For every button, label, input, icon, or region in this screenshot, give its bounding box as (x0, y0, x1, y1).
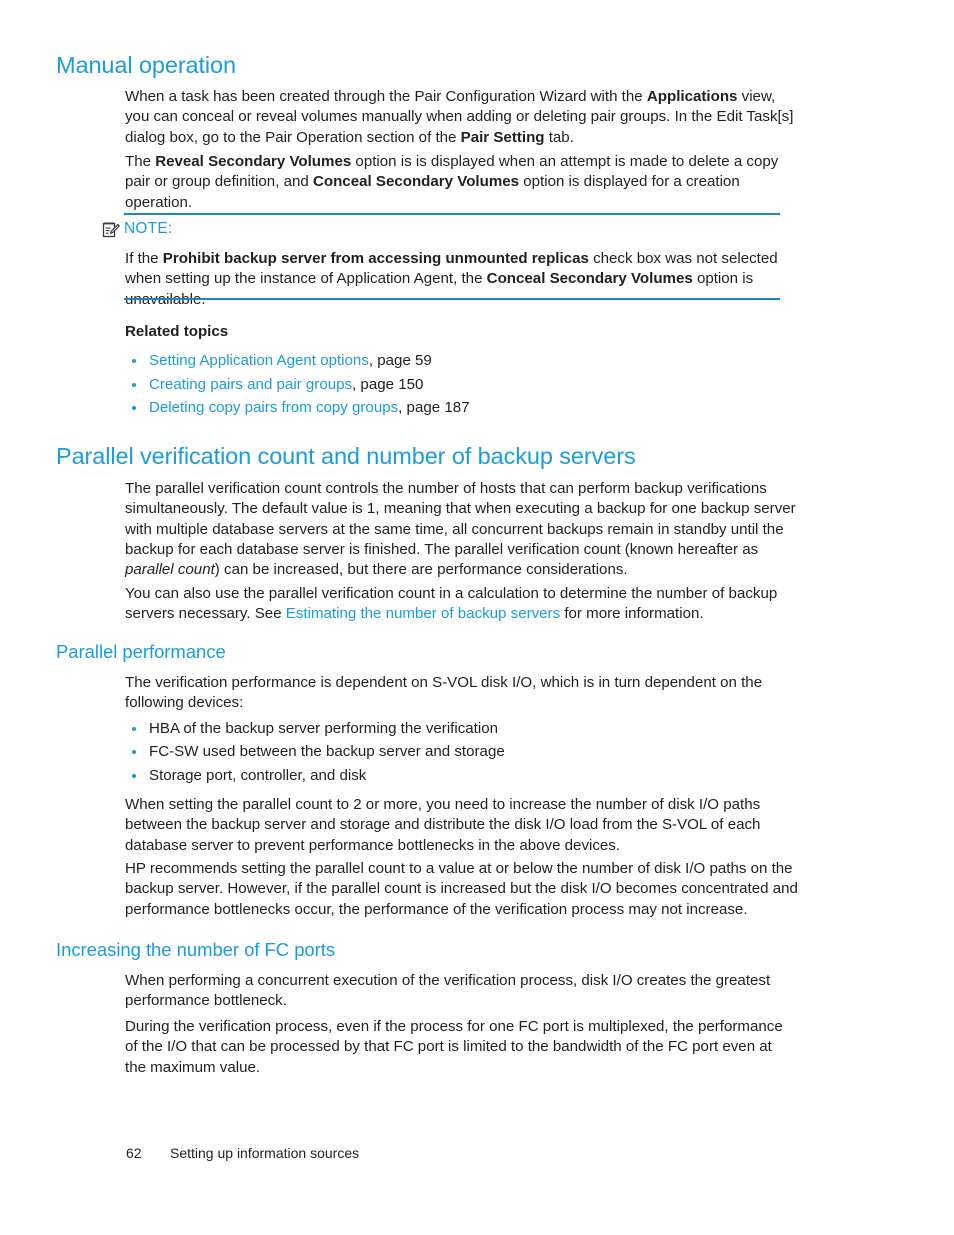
related-topics-list: Setting Application Agent options, page … (125, 351, 801, 418)
bold-term-conceal-secondary-volumes: Conceal Secondary Volumes (312, 173, 520, 191)
heading-manual-operation: Manual operation (56, 52, 236, 78)
page-reference: , page 187 (398, 398, 470, 416)
heading-increasing-fc-ports: Increasing the number of FC ports (56, 939, 336, 960)
paragraph-manual-operation-2: The Reveal Secondary Volumes option is i… (125, 152, 801, 213)
paragraph-fc-ports-2: During the verification process, even if… (125, 1018, 783, 1076)
heading-related-topics: Related topics (125, 323, 229, 340)
heading-parallel-verification-count: Parallel verification count and number o… (56, 443, 636, 469)
section-parallel-verification-count: Parallel verification count and number o… (56, 443, 856, 470)
bold-term-pair-setting: Pair Setting (460, 128, 545, 146)
text-fragment: When a task has been created through the… (125, 88, 647, 105)
link-estimating-the-number-of-backup-servers[interactable]: Estimating the number of backup servers (286, 605, 560, 622)
paragraph-parallel-count-2: You can also use the parallel verificati… (125, 584, 801, 625)
parallel-performance-device-list-wrapper: HBA of the backup server performing the … (125, 719, 801, 789)
bold-term-applications: Applications (646, 88, 738, 105)
paragraph-fc-ports-1: When performing a concurrent execution o… (125, 972, 771, 1010)
paragraph-parallel-performance-2: When setting the parallel count to 2 or … (125, 796, 761, 854)
paragraph-manual-operation-1: When a task has been created through the… (125, 87, 801, 148)
list-item: Creating pairs and pair groups, page 150 (125, 375, 801, 395)
page-reference: , page 59 (368, 352, 432, 370)
section-manual-operation: Manual operation (56, 52, 816, 79)
text-fragment: The (125, 153, 156, 170)
link-creating-pairs-and-pair-groups[interactable]: Creating pairs and pair groups (149, 376, 352, 393)
text-fragment: tab. (544, 128, 574, 146)
text-fragment: If the (125, 250, 163, 267)
link-deleting-copy-pairs-from-copy-groups[interactable]: Deleting copy pairs from copy groups (149, 399, 398, 416)
text-fragment: ) can be increased, but there are perfor… (214, 561, 628, 579)
italic-term-parallel-count: parallel count (125, 561, 215, 579)
document-page: Manual operation When a task has been cr… (0, 0, 954, 1235)
section-parallel-performance: Parallel performance (56, 641, 816, 662)
list-item: Deleting copy pairs from copy groups, pa… (125, 398, 801, 418)
footer-section-title: Setting up information sources (170, 1145, 360, 1161)
bold-term-prohibit-backup-server: Prohibit backup server from accessing un… (162, 250, 589, 267)
section-increasing-fc-ports: Increasing the number of FC ports (56, 939, 816, 960)
paragraph-parallel-performance-3: HP recommends setting the parallel count… (125, 860, 798, 918)
list-item: FC-SW used between the backup server and… (125, 742, 801, 762)
note-bottom-rule (124, 298, 780, 300)
link-setting-application-agent-options[interactable]: Setting Application Agent options (149, 352, 369, 369)
list-item: Setting Application Agent options, page … (125, 351, 801, 371)
page-reference: , page 150 (352, 375, 424, 393)
paragraph-parallel-performance-1: The verification performance is dependen… (125, 674, 763, 712)
list-item: HBA of the backup server performing the … (125, 719, 801, 739)
heading-parallel-performance: Parallel performance (56, 641, 226, 662)
text-fragment: for more information. (560, 605, 704, 623)
bold-term-reveal-secondary-volumes: Reveal Secondary Volumes (155, 153, 352, 170)
list-item: Storage port, controller, and disk (125, 766, 801, 786)
footer-page-number: 62 (126, 1145, 142, 1161)
note-label: NOTE: (124, 220, 173, 237)
note-top-rule (124, 213, 780, 215)
parallel-performance-device-list: HBA of the backup server performing the … (125, 719, 801, 786)
section-related-topics: Related topics Setting Application Agent… (125, 322, 801, 421)
text-fragment: The parallel verification count controls… (125, 480, 796, 558)
note-pencil-icon (101, 220, 121, 240)
paragraph-parallel-count-1: The parallel verification count controls… (125, 479, 801, 580)
note-body-text: If the Prohibit backup server from acces… (125, 249, 783, 310)
bold-term-conceal-secondary-volumes-note: Conceal Secondary Volumes (486, 270, 693, 288)
